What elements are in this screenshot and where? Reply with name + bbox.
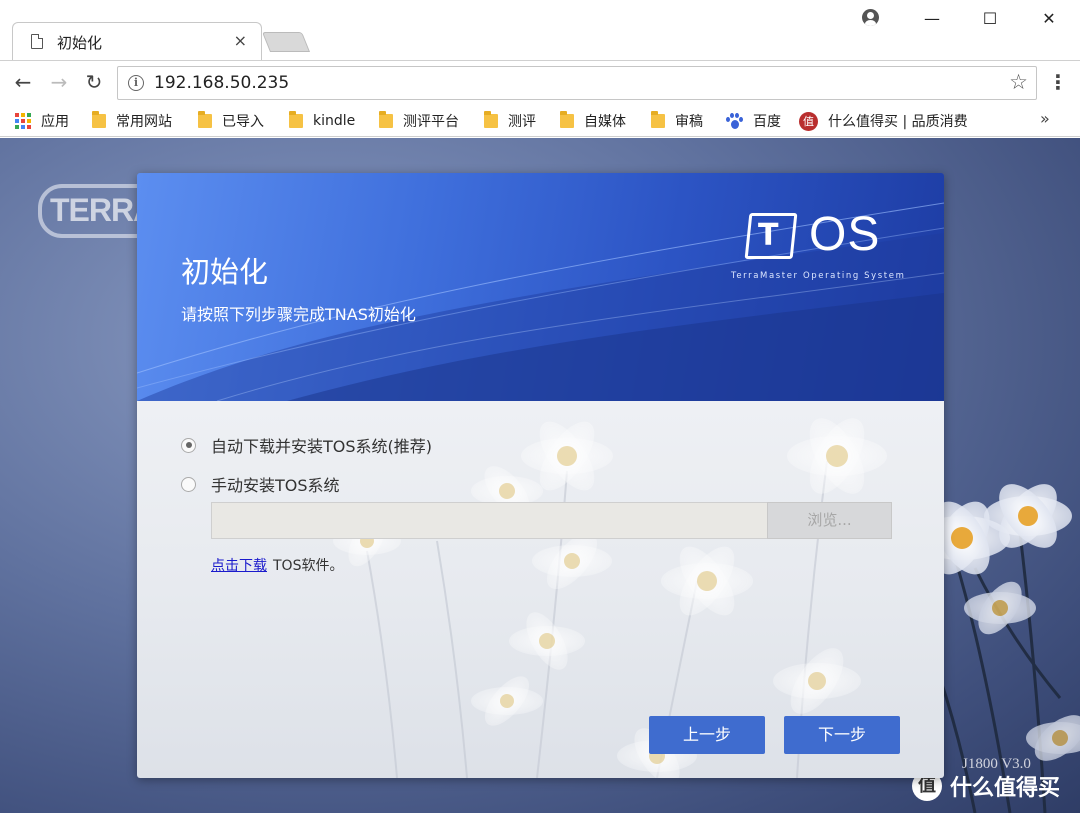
browser-menu-icon[interactable]: ⋮ — [1048, 71, 1068, 95]
bookmarks-bar: 应用 常用网站 已导入 kindle 测评平台 测评 自媒体 审稿 百度 值 什… — [0, 104, 1080, 137]
folder-icon — [92, 111, 106, 128]
bookmark-baidu[interactable]: 百度 — [725, 110, 781, 132]
next-step-button[interactable]: 下一步 — [784, 716, 900, 754]
minimize-button[interactable]: — — [909, 6, 955, 32]
option-manual-install[interactable]: 手动安装TOS系统 — [181, 472, 340, 496]
bookmark-smzdm[interactable]: 值 什么值得买 | 品质消费 — [799, 110, 975, 132]
close-window-button[interactable]: ✕ — [1026, 6, 1072, 32]
file-path-input[interactable] — [211, 502, 767, 539]
browser-toolbar: ← → ↻ i 192.168.50.235 ☆ ⋮ — [0, 60, 1080, 104]
bookmark-label: kindle — [313, 113, 356, 129]
baidu-paw-icon — [725, 112, 743, 130]
folder-icon — [379, 111, 393, 128]
reload-icon[interactable]: ↻ — [82, 71, 106, 95]
tos-logo-letter: T — [758, 218, 779, 253]
option-label: 自动下载并安装TOS系统(推荐) — [211, 437, 433, 456]
bookmark-star-icon[interactable]: ☆ — [1009, 70, 1028, 94]
apps-grid-icon — [15, 113, 31, 129]
browser-titlebar: 初始化 × — ☐ ✕ — [0, 0, 1080, 60]
bookmark-folder[interactable]: kindle — [289, 110, 355, 132]
bookmark-folder[interactable]: 测评 — [484, 110, 536, 132]
bookmark-folder[interactable]: 审稿 — [651, 110, 703, 132]
tab-title: 初始化 — [57, 34, 103, 52]
download-link[interactable]: 点击下载 — [211, 558, 267, 574]
folder-icon — [651, 111, 665, 128]
bookmark-label: 审稿 — [675, 114, 703, 130]
browser-tab[interactable]: 初始化 × — [12, 22, 262, 60]
bookmark-label: 测评平台 — [403, 114, 459, 130]
folder-icon — [484, 111, 498, 128]
option-label: 手动安装TOS系统 — [211, 476, 340, 495]
radio-button-checked[interactable] — [181, 437, 196, 453]
dialog-subtitle: 请按照下列步骤完成TNAS初始化 — [181, 305, 416, 324]
bookmark-folder[interactable]: 常用网站 — [92, 110, 172, 132]
info-icon[interactable]: i — [128, 75, 144, 91]
radio-button[interactable] — [181, 476, 196, 492]
bookmark-label: 常用网站 — [116, 114, 172, 130]
download-suffix: TOS软件。 — [273, 558, 344, 574]
bookmark-label: 百度 — [753, 114, 781, 130]
bookmark-folder[interactable]: 测评平台 — [379, 110, 459, 132]
watermark-text: 什么值得买 — [950, 776, 1061, 801]
forward-arrow-icon[interactable]: → — [47, 71, 71, 95]
tos-logo-caption: TerraMaster Operating System — [731, 271, 906, 281]
dialog-title: 初始化 — [181, 255, 269, 289]
address-bar[interactable]: i 192.168.50.235 ☆ — [117, 66, 1037, 100]
tos-logo-text: OS — [809, 208, 881, 261]
previous-step-button[interactable]: 上一步 — [649, 716, 765, 754]
bookmark-label: 自媒体 — [584, 114, 626, 130]
bookmark-folder[interactable]: 已导入 — [198, 110, 264, 132]
folder-icon — [560, 111, 574, 128]
folder-icon — [289, 111, 303, 128]
dialog-header: 初始化 请按照下列步骤完成TNAS初始化 T OS TerraMaster Op… — [137, 173, 944, 401]
url-text[interactable]: 192.168.50.235 — [154, 73, 289, 93]
folder-icon — [198, 111, 212, 128]
bookmark-label: 什么值得买 | 品质消费 — [828, 114, 968, 130]
page-icon — [31, 34, 43, 49]
init-dialog: 初始化 请按照下列步骤完成TNAS初始化 T OS TerraMaster Op… — [137, 173, 944, 778]
bookmark-label: 应用 — [41, 114, 69, 130]
bookmark-label: 测评 — [508, 114, 536, 130]
dialog-body: 自动下载并安装TOS系统(推荐) 手动安装TOS系统 浏览... 点击下载 TOS… — [137, 401, 944, 778]
tos-logo: T OS TerraMaster Operating System — [731, 208, 905, 281]
download-hint: 点击下载 TOS软件。 — [211, 555, 343, 575]
smzdm-icon: 值 — [799, 111, 818, 131]
tos-logo-box: T — [744, 213, 798, 259]
tab-close-icon[interactable]: × — [234, 31, 247, 50]
bookmark-folder[interactable]: 自媒体 — [560, 110, 626, 132]
browse-button[interactable]: 浏览... — [767, 502, 892, 539]
bookmark-label: 已导入 — [222, 114, 264, 130]
option-auto-install[interactable]: 自动下载并安装TOS系统(推荐) — [181, 433, 432, 457]
profile-icon[interactable] — [862, 9, 879, 26]
bookmark-apps[interactable]: 应用 — [15, 110, 69, 132]
new-tab-button[interactable] — [261, 32, 311, 52]
bookmarks-overflow-icon[interactable]: » — [1040, 109, 1050, 128]
back-arrow-icon[interactable]: ← — [11, 71, 35, 95]
maximize-button[interactable]: ☐ — [967, 6, 1013, 32]
